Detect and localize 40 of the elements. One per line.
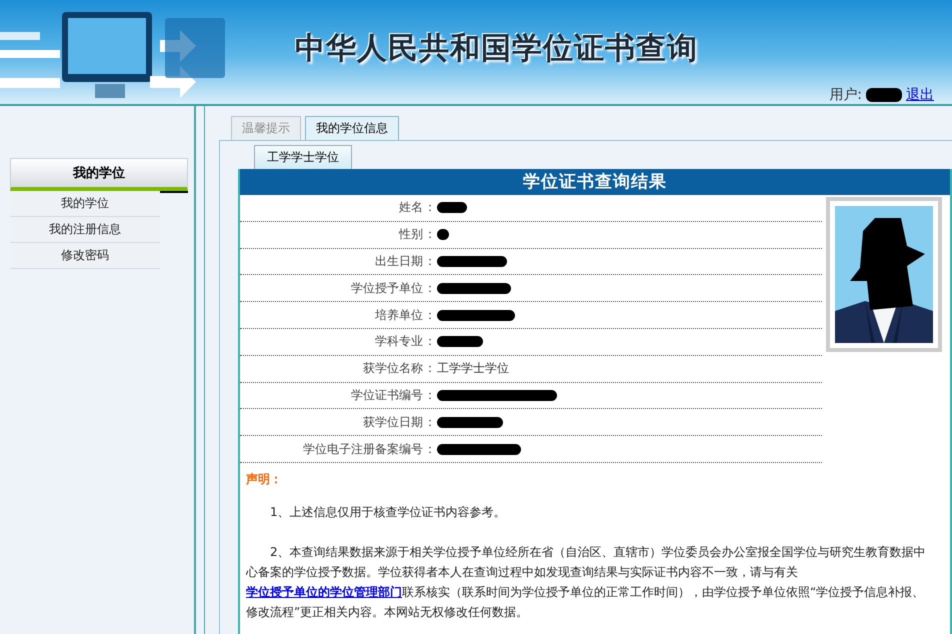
- sidebar-item[interactable]: 我的注册信息: [10, 217, 160, 243]
- field-label: 性别: [398, 226, 423, 244]
- field-value: 工学学士学位: [437, 360, 509, 378]
- redaction-mark: [437, 202, 467, 214]
- colon: ：: [423, 360, 437, 378]
- site-title: 中华人民共和国学位证书查询: [295, 30, 698, 68]
- tab[interactable]: 工学学士学位: [254, 145, 352, 169]
- sidebar-item[interactable]: 修改密码: [10, 243, 160, 269]
- colon: ：: [423, 386, 437, 404]
- colon: ：: [423, 414, 437, 431]
- notice-paragraph: 1、上述信息仅用于核查学位证书内容参考。: [269, 504, 507, 521]
- field-label: 姓名: [398, 199, 423, 216]
- colon: ：: [423, 252, 437, 270]
- tab[interactable]: 我的学位信息: [305, 116, 399, 140]
- result-title: 学位证书查询结果: [240, 169, 950, 195]
- sidebar-heading: 我的学位: [10, 158, 188, 191]
- notice-heading: 声明：: [246, 470, 283, 488]
- field-label: 获学位名称: [362, 360, 423, 378]
- logout-link[interactable]: 退出: [906, 86, 934, 104]
- field-label: 获学位日期: [362, 414, 423, 431]
- field-label: 学位授予单位: [350, 280, 423, 297]
- redaction-mark: [437, 256, 507, 267]
- colon: ：: [423, 306, 437, 324]
- colon: ：: [423, 333, 437, 350]
- colon: ：: [423, 280, 437, 297]
- sidebar-item[interactable]: 我的学位: [10, 191, 160, 217]
- redaction-mark: [437, 336, 483, 348]
- field-label: 培养单位: [374, 306, 423, 324]
- redaction-mark: [437, 229, 449, 240]
- user-label: 用户:: [829, 86, 862, 104]
- field-label: 学位电子注册备案编号: [302, 440, 423, 458]
- colon: ：: [423, 199, 437, 216]
- redaction-mark: [437, 416, 503, 428]
- notice-paragraph: 2、本查询结果数据来源于相关学位授予单位经所在省（自治区、直辖市）学位委员会办公室报全国学位与研究生教育数据中心备案的学位授予数据。学位获得者本人在查询过程中如发现查询结果与实际证书内容不一致，请与有关 学位授予单位的学位管理部门联系核实（联系时间为学位授予单位的正常工作时间），由学位授予单位依照“学位授予信息补报、修改流程”更正相关内容。本网站无权修改任何数据。: [246, 544, 927, 621]
- field-label: 学科专业: [374, 333, 423, 350]
- field-label: 学位证书编号: [350, 386, 423, 404]
- field-label: 出生日期: [374, 252, 423, 270]
- department-link[interactable]: 学位授予单位的学位管理部门: [246, 584, 402, 599]
- colon: ：: [423, 226, 437, 244]
- colon: ：: [423, 440, 437, 458]
